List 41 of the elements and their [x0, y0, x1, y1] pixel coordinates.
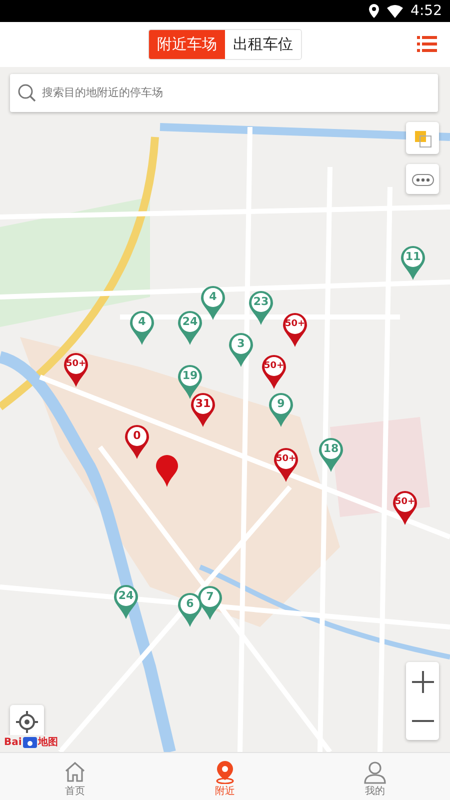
- location-icon: [368, 4, 379, 18]
- logo-text: Bai: [4, 736, 22, 750]
- parking-pin[interactable]: 23: [248, 290, 274, 326]
- nav-tab[interactable]: 附近: [185, 753, 265, 800]
- location-pin-icon: [155, 454, 179, 488]
- search-icon: [18, 84, 36, 102]
- parking-pin[interactable]: 3: [228, 332, 254, 368]
- parking-pin[interactable]: 50+: [282, 312, 308, 348]
- parking-pin[interactable]: 50+: [273, 447, 299, 483]
- parking-pin[interactable]: 50+: [392, 490, 418, 526]
- parking-pin[interactable]: 9: [268, 392, 294, 428]
- parking-pin[interactable]: 31: [190, 392, 216, 428]
- tab[interactable]: 附近车场: [149, 30, 225, 59]
- home-icon: [63, 760, 87, 784]
- parking-pin[interactable]: 18: [318, 437, 344, 473]
- parking-pin[interactable]: 0: [124, 424, 150, 460]
- more-button[interactable]: [406, 164, 439, 194]
- wifi-icon: [386, 4, 403, 18]
- parking-pin[interactable]: 50+: [63, 352, 89, 388]
- plus-icon: [410, 670, 434, 694]
- parking-pin[interactable]: 7: [197, 585, 223, 621]
- parking-pin[interactable]: 4: [129, 310, 155, 346]
- nav-tab[interactable]: 首页: [35, 753, 115, 800]
- parking-pin[interactable]: 6: [177, 592, 203, 628]
- search-field[interactable]: 搜索目的地附近的停车场: [10, 74, 438, 112]
- minus-icon: [410, 718, 434, 722]
- parking-pin[interactable]: 4: [200, 285, 226, 321]
- search-input[interactable]: 搜索目的地附近的停车场: [40, 84, 438, 102]
- layers-icon: [414, 130, 432, 148]
- person-icon: [363, 760, 387, 784]
- nav-tab[interactable]: 我的: [335, 753, 415, 800]
- crosshair-icon: [15, 710, 39, 734]
- parking-pin[interactable]: 50+: [261, 354, 287, 390]
- ellipsis-icon: [412, 174, 434, 186]
- parking-pin[interactable]: 24: [177, 310, 203, 346]
- logo-text: 地图: [38, 736, 58, 750]
- menu-icon[interactable]: [417, 35, 437, 53]
- parking-pin[interactable]: 19: [177, 364, 203, 400]
- parking-pin[interactable]: 24: [113, 584, 139, 620]
- status-time: 4:52: [410, 2, 442, 20]
- parking-pin[interactable]: 11: [400, 245, 426, 281]
